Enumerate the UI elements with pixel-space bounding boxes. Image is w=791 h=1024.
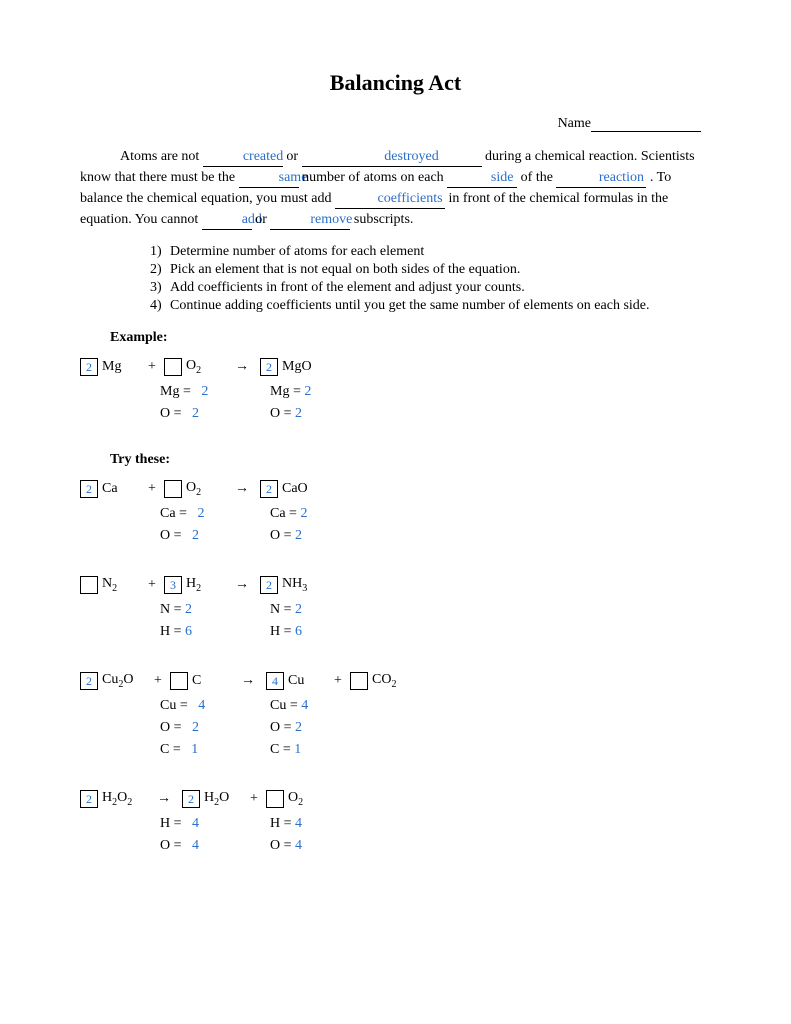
plus-sign: + xyxy=(146,673,170,689)
coef-box xyxy=(266,790,284,808)
page-title: Balancing Act xyxy=(60,70,731,96)
blank-side: side xyxy=(491,170,514,185)
equation-4: 2 H2O2 → 2 H2O + O2 H = 4 H = 4 O = 4 O … xyxy=(80,788,731,854)
formula: CO2 xyxy=(372,672,410,690)
coef-box: 2 xyxy=(182,790,200,808)
count-row: O = 4 O = 4 xyxy=(80,838,731,854)
coef-box xyxy=(164,358,182,376)
step-1: 1)Determine number of atoms for each ele… xyxy=(150,244,731,260)
name-label: Name xyxy=(558,116,591,131)
count-row: Mg = 2 Mg = 2 xyxy=(80,384,731,400)
step-3: 3)Add coefficients in front of the eleme… xyxy=(150,280,731,296)
blank-reaction: reaction xyxy=(599,170,644,185)
formula: O2 xyxy=(186,358,224,376)
coef-box: 4 xyxy=(266,672,284,690)
text: number of atoms on each xyxy=(302,170,447,185)
intro-paragraph: Atoms are not created or destroyed durin… xyxy=(80,146,711,230)
text: or xyxy=(255,212,270,227)
count-row: H = 4 H = 4 xyxy=(80,816,731,832)
arrow-icon: → xyxy=(224,577,260,593)
arrow-icon: → xyxy=(224,481,260,497)
formula: Ca xyxy=(102,481,140,497)
plus-sign: + xyxy=(140,577,164,593)
text: or xyxy=(286,149,301,164)
name-field: Name xyxy=(60,116,731,132)
formula: CaO xyxy=(282,481,320,497)
formula: NH3 xyxy=(282,576,320,594)
coef-box: 2 xyxy=(260,576,278,594)
steps-list: 1)Determine number of atoms for each ele… xyxy=(150,244,731,314)
formula: C xyxy=(192,673,230,689)
formula: O2 xyxy=(186,480,224,498)
count-row: Ca = 2 Ca = 2 xyxy=(80,506,731,522)
coef-box: 2 xyxy=(80,790,98,808)
coef-box: 2 xyxy=(80,672,98,690)
equation-1: 2 Ca + O2 → 2 CaO Ca = 2 Ca = 2 O = 2 O … xyxy=(80,478,731,544)
coef-box: 2 xyxy=(80,358,98,376)
coef-box: 2 xyxy=(260,358,278,376)
equation-example: 2 Mg + O2 → 2 MgO Mg = 2 Mg = 2 O = 2 O … xyxy=(80,356,731,422)
count-row: O = 2 O = 2 xyxy=(80,720,731,736)
formula: H2O xyxy=(204,790,242,808)
coef-box xyxy=(170,672,188,690)
formula: N2 xyxy=(102,576,140,594)
arrow-icon: → xyxy=(224,359,260,375)
coef-box xyxy=(80,576,98,594)
coef-box: 2 xyxy=(80,480,98,498)
count-row: Cu = 4 Cu = 4 xyxy=(80,698,731,714)
plus-sign: + xyxy=(140,481,164,497)
coef-box: 2 xyxy=(260,480,278,498)
equation-2: N2 + 3 H2 → 2 NH3 N = 2 N = 2 H = 6 H = … xyxy=(80,574,731,640)
formula: Cu2O xyxy=(102,672,146,690)
count-row: O = 2 O = 2 xyxy=(80,528,731,544)
formula: H2 xyxy=(186,576,224,594)
formula: MgO xyxy=(282,359,320,375)
text: of the xyxy=(521,170,557,185)
step-2: 2)Pick an element that is not equal on b… xyxy=(150,262,731,278)
formula: Mg xyxy=(102,359,140,375)
count-row: O = 2 O = 2 xyxy=(80,406,731,422)
count-row: C = 1 C = 1 xyxy=(80,742,731,758)
text: subscripts. xyxy=(354,212,414,227)
text: Atoms are not xyxy=(120,149,203,164)
plus-sign: + xyxy=(140,359,164,375)
try-label: Try these: xyxy=(110,452,731,468)
formula: Cu xyxy=(288,673,326,689)
name-blank xyxy=(591,131,701,132)
coef-box: 3 xyxy=(164,576,182,594)
plus-sign: + xyxy=(326,673,350,689)
formula: O2 xyxy=(288,790,326,808)
equation-3: 2 Cu2O + C → 4 Cu + CO2 Cu = 4 Cu = 4 O … xyxy=(80,670,731,758)
blank-remove: remove xyxy=(310,212,352,227)
arrow-icon: → xyxy=(146,791,182,807)
coef-box xyxy=(164,480,182,498)
step-4: 4)Continue adding coefficients until you… xyxy=(150,298,731,314)
arrow-icon: → xyxy=(230,673,266,689)
formula: H2O2 xyxy=(102,790,146,808)
blank-destroyed: destroyed xyxy=(384,149,438,164)
coef-box xyxy=(350,672,368,690)
blank-coefficients: coefficients xyxy=(378,191,443,206)
count-row: N = 2 N = 2 xyxy=(80,602,731,618)
blank-created: created xyxy=(243,149,283,164)
plus-sign: + xyxy=(242,791,266,807)
count-row: H = 6 H = 6 xyxy=(80,624,731,640)
example-label: Example: xyxy=(110,330,731,346)
